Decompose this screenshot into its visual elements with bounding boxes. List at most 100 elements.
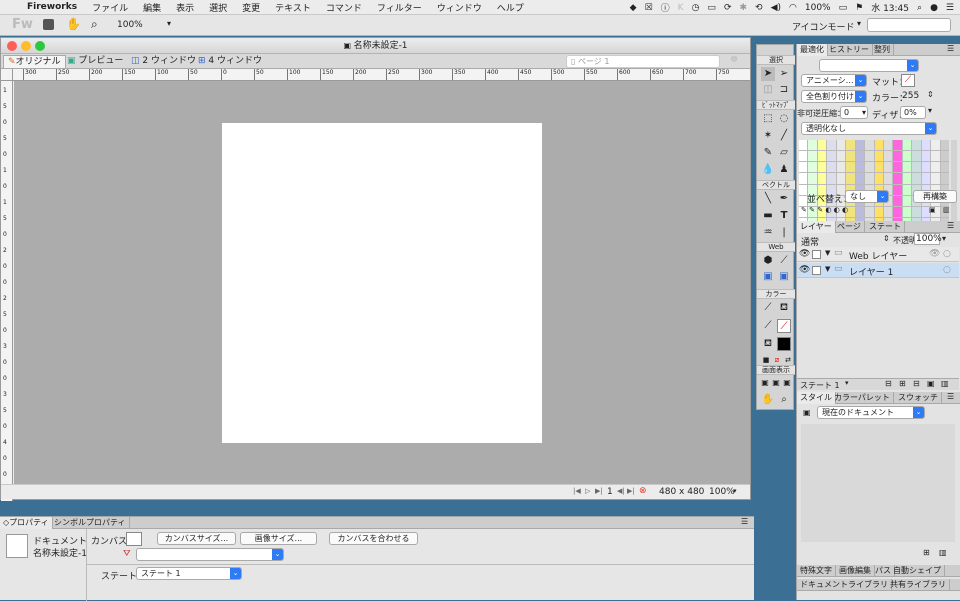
next-frame-icon[interactable]: ▶| [595,487,603,495]
transparent-color-icon[interactable]: ◐ [825,206,831,214]
color-swatch[interactable] [902,184,912,195]
eye-icon[interactable]: 👁 [799,249,810,259]
play-icon[interactable]: ▷ [585,487,590,495]
color-swatch[interactable] [883,162,893,173]
color-swatch[interactable] [883,151,893,162]
menu-commands[interactable]: コマンド [326,1,362,14]
color-swatch[interactable] [817,162,827,173]
color-swatch[interactable] [874,162,883,173]
color-swatch[interactable] [940,162,949,173]
color-swatch[interactable] [912,162,921,173]
palette-select[interactable]: 全色割り付け ⌄ [801,90,867,103]
color-swatch[interactable] [799,162,808,173]
color-swatch[interactable] [817,151,827,162]
menu-text[interactable]: テキスト [275,1,311,14]
matte-swatch[interactable]: ⟋ [901,74,915,87]
tab-symbol-properties[interactable]: シンボルプロパティ [51,517,130,529]
full-screen-icon[interactable]: ▣ [780,376,794,390]
menu-view[interactable]: 表示 [176,1,194,14]
zoom-icon[interactable]: ⌕ [91,17,98,32]
tab-special-chars[interactable]: 特殊文字 [797,565,836,577]
info-status-icon[interactable]: ⓘ [661,1,670,14]
color-swatch[interactable] [883,173,893,184]
tab-swatches[interactable]: スウォッチ [895,392,942,404]
siri-icon[interactable]: ● [930,3,938,13]
tab-4up[interactable]: ⊞ 4 ウィンドウ [194,55,266,68]
tab-auto-shapes[interactable]: 自動シェイプ [890,565,945,577]
panel-menu-icon[interactable]: ☰ [947,392,954,401]
battery-icon[interactable]: ▭ [839,3,848,13]
tab-states[interactable]: ステート [866,221,905,233]
layer-name[interactable]: Web レイヤー [849,249,907,262]
tab-2up[interactable]: ◫ 2 ウィンドウ [127,55,200,68]
document-icon[interactable] [43,19,54,30]
image-size-button[interactable]: 画像サイズ... [240,532,317,545]
chevron-down-icon[interactable]: ▾ [733,487,737,495]
optimize-preset-select[interactable]: ⌄ [819,59,919,72]
color-swatch[interactable] [912,151,921,162]
lock-checkbox[interactable] [812,250,821,259]
color-swatch[interactable] [827,140,836,151]
color-swatch[interactable] [921,173,931,184]
color-swatch[interactable] [808,140,817,151]
color-swatch[interactable] [799,173,808,184]
dither-input[interactable]: 0% [900,106,926,119]
menu-filters[interactable]: フィルター [377,1,422,14]
fill-color-swatch[interactable] [777,337,791,351]
text-icon[interactable]: T [777,209,791,223]
minimize-button[interactable] [21,41,31,51]
tab-properties[interactable]: ◇プロパティ [0,517,53,529]
flag-icon[interactable]: ⚑ [855,3,863,13]
pointer-icon[interactable]: ➤ [761,67,775,81]
rebuild-button[interactable]: 再構築 [913,190,957,203]
color-swatch[interactable] [921,151,931,162]
hand-icon[interactable]: ✋ [761,393,775,407]
line-icon[interactable]: ╲ [761,192,775,206]
marquee-icon[interactable]: ⬚ [761,112,775,126]
color-swatch[interactable] [893,162,902,173]
menu-help[interactable]: ヘルプ [497,1,524,14]
state-select[interactable]: ステート 1 [800,380,840,391]
search-input[interactable] [867,18,951,32]
color-swatch[interactable] [902,195,912,206]
tab-preview[interactable]: ▣ プレビュー [63,55,127,68]
eraser-icon[interactable]: ▱ [777,146,791,160]
color-swatch[interactable] [808,173,817,184]
new-style-icon[interactable]: ⊞ [923,548,930,557]
color-swatch[interactable] [874,173,883,184]
color-swatch[interactable] [921,140,931,151]
new-sublayer-icon[interactable]: ⊞ [899,379,906,388]
eyedropper-icon[interactable]: ⟋ [761,301,775,315]
sort-select[interactable]: なし ⌄ [845,190,889,203]
chevron-down-icon[interactable]: ▾ [845,379,849,387]
pen-icon[interactable]: ✒ [777,192,791,206]
color-swatch[interactable] [893,184,902,195]
color-swatch[interactable] [902,140,912,151]
tab-optimize[interactable]: 最適化 [797,44,828,56]
color-swatch[interactable] [827,173,836,184]
slice-icon[interactable]: ⟋ [777,254,791,268]
color-swatch[interactable] [836,162,846,173]
chevron-down-icon[interactable]: ▾ [167,19,171,28]
scale-icon[interactable]: ◫ [761,83,775,97]
search-icon[interactable]: ⌕ [917,3,922,13]
clock-status-icon[interactable]: ◷ [692,3,700,13]
color-swatch[interactable] [855,173,865,184]
color-swatch[interactable] [865,173,874,184]
stepper-icon[interactable]: ⇕ [883,234,890,243]
canvas-color-swatch[interactable] [126,532,142,546]
notification-list-icon[interactable]: ☰ [946,3,954,13]
knife-icon[interactable]: | [777,226,791,240]
stop-icon[interactable]: ⊗ [639,486,647,496]
format-select[interactable]: アニメーシ… ⌄ [801,74,867,87]
color-swatch[interactable] [940,173,949,184]
tab-document-library[interactable]: ドキュメントライブラリ [797,579,892,591]
color-swatch[interactable] [836,173,846,184]
color-swatch[interactable] [883,140,893,151]
subselect-icon[interactable]: ➢ [777,67,791,81]
stroke-color-swatch[interactable]: ⟋ [777,319,791,333]
add-mask-icon[interactable]: ▣ [927,379,935,388]
web-snap-icon[interactable]: ✎ [817,206,823,214]
close-button[interactable] [7,41,17,51]
color-swatch[interactable] [893,173,902,184]
